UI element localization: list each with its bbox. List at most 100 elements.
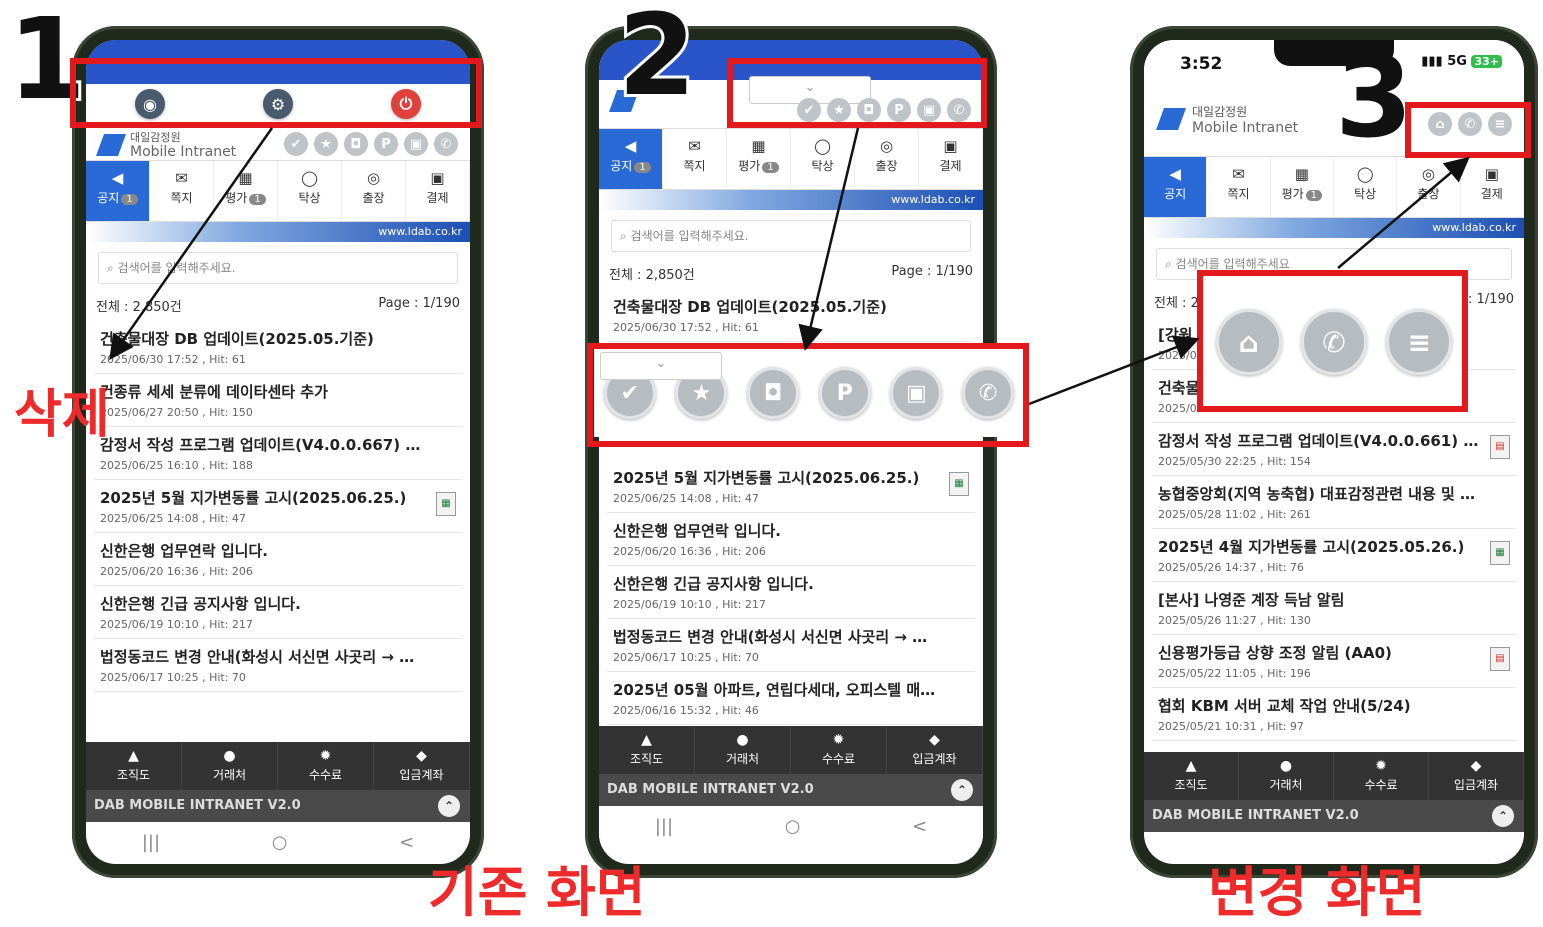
list-item[interactable]: 신한은행 업무연락 입니다. 2025/06/20 16:36 , Hit: 20… [607, 513, 975, 566]
excel-icon[interactable]: ▦ [1490, 541, 1510, 565]
tab-bar: ◀ 공지 1 ✉ 쪽지 ▦ 평가 1 ◯ 탁상 ◎ 출장 ▣ 결제 [599, 128, 983, 190]
phone-icon[interactable]: ✆ [434, 132, 458, 156]
tab-approval[interactable]: ▣ 결제 [1461, 157, 1524, 217]
search-input[interactable]: ⌕ 검색어를 입력해주세요. [98, 252, 458, 284]
tab-approval[interactable]: ▣ 결제 [919, 129, 983, 189]
banner[interactable]: www.ldab.co.kr [1144, 218, 1524, 238]
list-item[interactable]: 법정동코드 변경 안내(화성시 서신면 사곳리 → 사... 2025/06/17… [94, 639, 462, 692]
search-input[interactable]: ⌕ 검색어를 입력해주세요. [611, 220, 971, 252]
person-icon: ▲ [128, 748, 139, 764]
tab-notice[interactable]: ◀ 공지 [1144, 157, 1208, 217]
list-item[interactable]: 신한은행 긴급 공지사항 입니다. 2025/06/19 10:10 , Hit:… [94, 586, 462, 639]
banner[interactable]: www.ldab.co.kr [599, 190, 983, 210]
nav-account[interactable]: ◆ 입금계좌 [1429, 752, 1524, 800]
tab-label: 출장 [1417, 187, 1440, 201]
tab-label: 쪽지 [170, 191, 193, 205]
nav-client[interactable]: ● 거래처 [1239, 752, 1334, 800]
list-item[interactable]: 건종류 세세 분류에 데이타센타 추가 2025/06/27 20:50 , Hi… [94, 374, 462, 427]
tab-message[interactable]: ✉ 쪽지 [150, 161, 214, 221]
list-item[interactable]: 신용평가등급 상향 조정 알림 (AA0) 2025/05/22 11:05 , … [1152, 635, 1516, 688]
item-title: [본사] 나영준 계장 득남 알림 [1158, 591, 1345, 609]
list-item[interactable]: 건축물대장 DB 업데이트(2025.05.기준) 2025/06/30 17:… [607, 289, 975, 342]
list-item[interactable]: 2025년 5월 지가변동률 고시(2025.06.25.) 2025/06/25… [607, 460, 975, 513]
nav-fee[interactable]: ✹ 수수료 [1334, 752, 1429, 800]
tab-appraisal[interactable]: ▦ 평가 1 [1271, 157, 1334, 217]
list-item[interactable]: 2025년 05월 아파트, 연립다세대, 오피스텔 매매... 2025/06/… [607, 672, 975, 725]
item-title: 감정서 작성 프로그램 업데이트(V4.0.0.667) - 수... [100, 436, 448, 454]
tab-appraisal[interactable]: ▦ 평가 1 [214, 161, 278, 221]
excel-icon[interactable]: ▦ [436, 492, 456, 516]
android-nav: ||| ○ < [86, 822, 470, 862]
nav-client[interactable]: ● 거래처 [695, 726, 791, 774]
list-item[interactable]: 건축물대장 DB 업데이트(2025.05.기준) 2025/06/30 17:5… [94, 321, 462, 374]
item-title: 신한은행 긴급 공지사항 입니다. [100, 595, 301, 613]
pdf-icon[interactable]: ▤ [1490, 647, 1510, 671]
home-button[interactable]: ○ [785, 816, 801, 837]
tab-label: 평가 [738, 159, 761, 173]
recents-button[interactable]: ||| [142, 832, 160, 853]
tab-trip[interactable]: ◎ 출장 [855, 129, 919, 189]
bag-icon[interactable]: ▣ [404, 132, 428, 156]
list-item[interactable]: 협회 KBM 서버 교체 작업 안내(5/24) 2025/05/21 10:31… [1152, 688, 1516, 741]
nav-org[interactable]: ▲ 조직도 [599, 726, 695, 774]
tab-notice[interactable]: ◀ 공지 1 [599, 129, 663, 189]
item-meta: 2025/05/30 22:25 , Hit: 154 [1158, 455, 1311, 468]
nav-client[interactable]: ● 거래처 [182, 742, 278, 790]
grid-icon: ▦ [751, 137, 766, 155]
back-button[interactable]: < [912, 816, 927, 837]
scroll-up-icon[interactable]: ⌃ [951, 779, 973, 801]
nav-account[interactable]: ◆ 입금계좌 [887, 726, 983, 774]
logo-line2: Mobile Intranet [1192, 120, 1299, 136]
list-item[interactable]: 감정서 작성 프로그램 업데이트(V4.0.0.667) - 수... 2025/… [94, 427, 462, 480]
list-item[interactable]: 2025년 5월 지가변동률 고시(2025.06.25.) 2025/06/25… [94, 480, 462, 533]
search-icon: ⌕ [1165, 257, 1176, 271]
home-button[interactable]: ○ [272, 832, 288, 853]
tab-trip[interactable]: ◎ 출장 [1397, 157, 1461, 217]
android-nav: ||| ○ < [599, 806, 983, 846]
camera-icon[interactable]: ◘ [344, 132, 368, 156]
nav-fee[interactable]: ✹ 수수료 [791, 726, 887, 774]
banner[interactable]: www.ldab.co.kr [86, 222, 470, 242]
target-icon: ◎ [1421, 165, 1436, 183]
bottom-nav: ▲ 조직도 ● 거래처 ✹ 수수료 ◆ 입금계좌 [86, 742, 470, 790]
list-item[interactable]: 감정서 작성 프로그램 업데이트(V4.0.0.661) - ... 2025/0… [1152, 423, 1516, 476]
list-item[interactable]: 법정동코드 변경 안내(화성시 서신면 사곳리 → 사... 2025/06/17… [607, 619, 975, 672]
back-button[interactable]: < [399, 832, 414, 853]
pdf-icon[interactable]: ▤ [1490, 435, 1510, 459]
tab-label: 탁상 [811, 159, 834, 173]
item-meta: 2025/06/27 20:50 , Hit: 150 [100, 406, 253, 419]
item-meta: 2025/06/16 15:32 , Hit: 46 [613, 704, 759, 717]
tab-desk[interactable]: ◯ 탁상 [791, 129, 855, 189]
logo-icon [1155, 108, 1187, 130]
search-placeholder: 검색어를 입력해주세요. [630, 229, 749, 243]
nav-fee[interactable]: ✹ 수수료 [278, 742, 374, 790]
nav-org[interactable]: ▲ 조직도 [86, 742, 182, 790]
tab-appraisal[interactable]: ▦ 평가 1 [727, 129, 791, 189]
tab-notice[interactable]: ◀ 공지 1 [86, 161, 150, 221]
list-item[interactable]: 농협중앙회(지역 농축협) 대표감정관련 내용 및 요약정... 2025/05/… [1152, 476, 1516, 529]
scroll-up-icon[interactable]: ⌃ [1492, 805, 1514, 827]
check-icon[interactable]: ✔ [284, 132, 308, 156]
nav-account[interactable]: ◆ 입금계좌 [374, 742, 470, 790]
list-item[interactable]: 2025년 4월 지가변동률 고시(2025.05.26.) 2025/05/26… [1152, 529, 1516, 582]
footer-title: DAB MOBILE INTRANET V2.0 [94, 798, 301, 813]
tab-message[interactable]: ✉ 쪽지 [663, 129, 727, 189]
scroll-up-icon[interactable]: ⌃ [438, 795, 460, 817]
excel-icon[interactable]: ▦ [949, 472, 969, 496]
item-meta: 2025/05/28 11:02 , Hit: 261 [1158, 508, 1311, 521]
target-icon: ◎ [879, 137, 894, 155]
tab-message[interactable]: ✉ 쪽지 [1207, 157, 1271, 217]
list-item[interactable]: 신한은행 긴급 공지사항 입니다. 2025/06/19 10:10 , Hit:… [607, 566, 975, 619]
tab-desk[interactable]: ◯ 탁상 [1334, 157, 1398, 217]
tab-trip[interactable]: ◎ 출장 [342, 161, 406, 221]
recents-button[interactable]: ||| [655, 816, 673, 837]
list-item[interactable]: 신한은행 업무연락 입니다. 2025/06/20 16:36 , Hit: 20… [94, 533, 462, 586]
tab-desk[interactable]: ◯ 탁상 [278, 161, 342, 221]
star-icon[interactable]: ★ [314, 132, 338, 156]
nav-label: 입금계좌 [1453, 778, 1499, 792]
badge: 1 [762, 162, 779, 173]
nav-org[interactable]: ▲ 조직도 [1144, 752, 1239, 800]
parking-icon[interactable]: P [374, 132, 398, 156]
list-item[interactable]: [본사] 나영준 계장 득남 알림 2025/05/26 11:27 , Hit:… [1152, 582, 1516, 635]
tab-approval[interactable]: ▣ 결제 [406, 161, 470, 221]
